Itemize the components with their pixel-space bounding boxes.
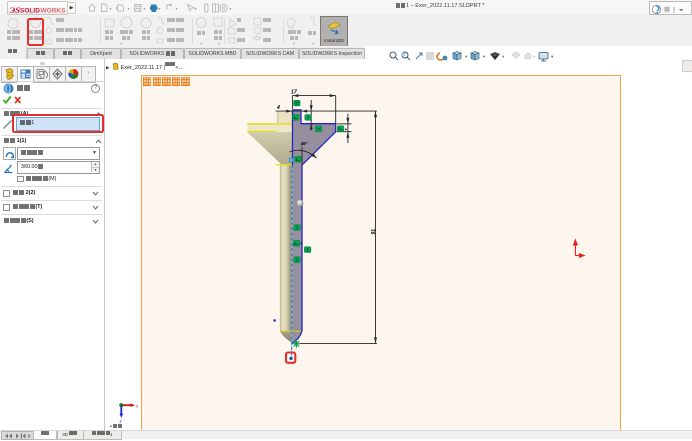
svg-text:SOLID: SOLID <box>20 7 40 14</box>
svg-text:▾: ▾ <box>110 6 112 11</box>
svg-text:▾: ▾ <box>128 6 130 11</box>
svg-text:▾: ▾ <box>120 41 122 46</box>
svg-text:91: 91 <box>371 228 377 234</box>
svg-text:▾: ▾ <box>218 41 220 46</box>
svg-text:x: x <box>135 403 139 408</box>
svg-text:▾: ▾ <box>144 6 146 11</box>
svg-text:▾: ▾ <box>176 6 178 11</box>
svg-text:▾: ▾ <box>293 41 295 46</box>
svg-text:▾: ▾ <box>230 6 232 11</box>
svg-text:WORKS: WORKS <box>41 7 67 14</box>
svg-text:4: 4 <box>276 104 280 110</box>
svg-text:45°: 45° <box>300 141 308 146</box>
svg-text:▾: ▾ <box>195 6 197 11</box>
svg-text:Instant3D: Instant3D <box>324 38 344 43</box>
svg-text:ЭS: ЭS <box>10 5 21 15</box>
svg-text:▾: ▾ <box>159 6 161 11</box>
